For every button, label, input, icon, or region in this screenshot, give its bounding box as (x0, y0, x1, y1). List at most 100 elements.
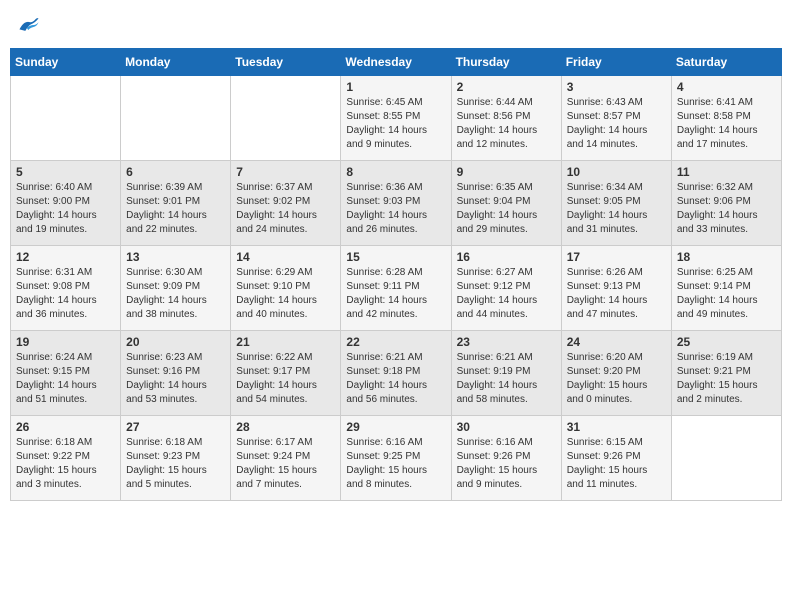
column-header-wednesday: Wednesday (341, 49, 451, 76)
logo (16, 14, 42, 36)
day-number: 23 (457, 335, 556, 349)
day-number: 3 (567, 80, 666, 94)
day-info: Sunrise: 6:25 AMSunset: 9:14 PMDaylight:… (677, 266, 776, 322)
column-header-thursday: Thursday (451, 49, 561, 76)
day-number: 16 (457, 250, 556, 264)
calendar-week-3: 12 Sunrise: 6:31 AMSunset: 9:08 PMDayligh… (11, 246, 782, 331)
day-number: 6 (126, 165, 225, 179)
day-number: 12 (16, 250, 115, 264)
calendar-week-5: 26 Sunrise: 6:18 AMSunset: 9:22 PMDayligh… (11, 416, 782, 501)
day-info: Sunrise: 6:16 AMSunset: 9:26 PMDaylight:… (457, 436, 556, 492)
day-info: Sunrise: 6:30 AMSunset: 9:09 PMDaylight:… (126, 266, 225, 322)
calendar-cell: 19 Sunrise: 6:24 AMSunset: 9:15 PMDayligh… (11, 331, 121, 416)
header-row: SundayMondayTuesdayWednesdayThursdayFrid… (11, 49, 782, 76)
day-number: 11 (677, 165, 776, 179)
day-number: 17 (567, 250, 666, 264)
calendar-cell: 1 Sunrise: 6:45 AMSunset: 8:55 PMDaylight… (341, 76, 451, 161)
calendar-cell: 31 Sunrise: 6:15 AMSunset: 9:26 PMDayligh… (561, 416, 671, 501)
day-info: Sunrise: 6:43 AMSunset: 8:57 PMDaylight:… (567, 96, 666, 152)
day-number: 24 (567, 335, 666, 349)
day-number: 21 (236, 335, 335, 349)
day-number: 2 (457, 80, 556, 94)
day-info: Sunrise: 6:27 AMSunset: 9:12 PMDaylight:… (457, 266, 556, 322)
day-info: Sunrise: 6:21 AMSunset: 9:19 PMDaylight:… (457, 351, 556, 407)
day-info: Sunrise: 6:17 AMSunset: 9:24 PMDaylight:… (236, 436, 335, 492)
calendar-cell: 2 Sunrise: 6:44 AMSunset: 8:56 PMDaylight… (451, 76, 561, 161)
calendar-cell: 16 Sunrise: 6:27 AMSunset: 9:12 PMDayligh… (451, 246, 561, 331)
day-info: Sunrise: 6:45 AMSunset: 8:55 PMDaylight:… (346, 96, 445, 152)
day-info: Sunrise: 6:22 AMSunset: 9:17 PMDaylight:… (236, 351, 335, 407)
calendar-cell (121, 76, 231, 161)
calendar-cell: 30 Sunrise: 6:16 AMSunset: 9:26 PMDayligh… (451, 416, 561, 501)
day-info: Sunrise: 6:19 AMSunset: 9:21 PMDaylight:… (677, 351, 776, 407)
calendar-week-1: 1 Sunrise: 6:45 AMSunset: 8:55 PMDaylight… (11, 76, 782, 161)
day-info: Sunrise: 6:39 AMSunset: 9:01 PMDaylight:… (126, 181, 225, 237)
day-number: 29 (346, 420, 445, 434)
day-number: 5 (16, 165, 115, 179)
day-info: Sunrise: 6:15 AMSunset: 9:26 PMDaylight:… (567, 436, 666, 492)
calendar-cell: 20 Sunrise: 6:23 AMSunset: 9:16 PMDayligh… (121, 331, 231, 416)
calendar-cell: 4 Sunrise: 6:41 AMSunset: 8:58 PMDaylight… (671, 76, 781, 161)
day-info: Sunrise: 6:23 AMSunset: 9:16 PMDaylight:… (126, 351, 225, 407)
page-header (10, 10, 782, 40)
day-number: 26 (16, 420, 115, 434)
calendar-cell: 29 Sunrise: 6:16 AMSunset: 9:25 PMDayligh… (341, 416, 451, 501)
day-number: 15 (346, 250, 445, 264)
calendar-cell: 28 Sunrise: 6:17 AMSunset: 9:24 PMDayligh… (231, 416, 341, 501)
day-info: Sunrise: 6:20 AMSunset: 9:20 PMDaylight:… (567, 351, 666, 407)
day-info: Sunrise: 6:18 AMSunset: 9:22 PMDaylight:… (16, 436, 115, 492)
day-number: 18 (677, 250, 776, 264)
day-info: Sunrise: 6:36 AMSunset: 9:03 PMDaylight:… (346, 181, 445, 237)
calendar-cell: 23 Sunrise: 6:21 AMSunset: 9:19 PMDayligh… (451, 331, 561, 416)
day-info: Sunrise: 6:21 AMSunset: 9:18 PMDaylight:… (346, 351, 445, 407)
column-header-friday: Friday (561, 49, 671, 76)
calendar-cell: 13 Sunrise: 6:30 AMSunset: 9:09 PMDayligh… (121, 246, 231, 331)
day-number: 30 (457, 420, 556, 434)
calendar-cell: 27 Sunrise: 6:18 AMSunset: 9:23 PMDayligh… (121, 416, 231, 501)
day-number: 10 (567, 165, 666, 179)
calendar-cell: 10 Sunrise: 6:34 AMSunset: 9:05 PMDayligh… (561, 161, 671, 246)
day-number: 20 (126, 335, 225, 349)
day-info: Sunrise: 6:26 AMSunset: 9:13 PMDaylight:… (567, 266, 666, 322)
day-info: Sunrise: 6:40 AMSunset: 9:00 PMDaylight:… (16, 181, 115, 237)
day-info: Sunrise: 6:18 AMSunset: 9:23 PMDaylight:… (126, 436, 225, 492)
day-number: 1 (346, 80, 445, 94)
day-info: Sunrise: 6:44 AMSunset: 8:56 PMDaylight:… (457, 96, 556, 152)
day-info: Sunrise: 6:29 AMSunset: 9:10 PMDaylight:… (236, 266, 335, 322)
day-info: Sunrise: 6:34 AMSunset: 9:05 PMDaylight:… (567, 181, 666, 237)
day-number: 13 (126, 250, 225, 264)
day-number: 27 (126, 420, 225, 434)
calendar-cell: 26 Sunrise: 6:18 AMSunset: 9:22 PMDayligh… (11, 416, 121, 501)
calendar-cell (11, 76, 121, 161)
day-info: Sunrise: 6:37 AMSunset: 9:02 PMDaylight:… (236, 181, 335, 237)
calendar-cell (231, 76, 341, 161)
column-header-sunday: Sunday (11, 49, 121, 76)
day-number: 31 (567, 420, 666, 434)
day-number: 4 (677, 80, 776, 94)
calendar-cell: 18 Sunrise: 6:25 AMSunset: 9:14 PMDayligh… (671, 246, 781, 331)
day-info: Sunrise: 6:16 AMSunset: 9:25 PMDaylight:… (346, 436, 445, 492)
calendar-cell: 22Sunrise: 6:21 AMSunset: 9:18 PMDayligh… (341, 331, 451, 416)
day-number: 19 (16, 335, 115, 349)
calendar-cell: 14Sunrise: 6:29 AMSunset: 9:10 PMDayligh… (231, 246, 341, 331)
calendar-cell: 12 Sunrise: 6:31 AMSunset: 9:08 PMDayligh… (11, 246, 121, 331)
day-info: Sunrise: 6:41 AMSunset: 8:58 PMDaylight:… (677, 96, 776, 152)
day-number: 9 (457, 165, 556, 179)
calendar-cell: 5 Sunrise: 6:40 AMSunset: 9:00 PMDaylight… (11, 161, 121, 246)
calendar-cell: 7 Sunrise: 6:37 AMSunset: 9:02 PMDaylight… (231, 161, 341, 246)
day-number: 25 (677, 335, 776, 349)
day-info: Sunrise: 6:24 AMSunset: 9:15 PMDaylight:… (16, 351, 115, 407)
calendar-table: SundayMondayTuesdayWednesdayThursdayFrid… (10, 48, 782, 501)
calendar-cell: 3 Sunrise: 6:43 AMSunset: 8:57 PMDaylight… (561, 76, 671, 161)
calendar-week-2: 5 Sunrise: 6:40 AMSunset: 9:00 PMDaylight… (11, 161, 782, 246)
day-number: 7 (236, 165, 335, 179)
calendar-cell: 17 Sunrise: 6:26 AMSunset: 9:13 PMDayligh… (561, 246, 671, 331)
calendar-cell: 24 Sunrise: 6:20 AMSunset: 9:20 PMDayligh… (561, 331, 671, 416)
calendar-cell: 6 Sunrise: 6:39 AMSunset: 9:01 PMDaylight… (121, 161, 231, 246)
column-header-saturday: Saturday (671, 49, 781, 76)
day-info: Sunrise: 6:35 AMSunset: 9:04 PMDaylight:… (457, 181, 556, 237)
day-info: Sunrise: 6:31 AMSunset: 9:08 PMDaylight:… (16, 266, 115, 322)
day-number: 28 (236, 420, 335, 434)
column-header-tuesday: Tuesday (231, 49, 341, 76)
day-number: 8 (346, 165, 445, 179)
